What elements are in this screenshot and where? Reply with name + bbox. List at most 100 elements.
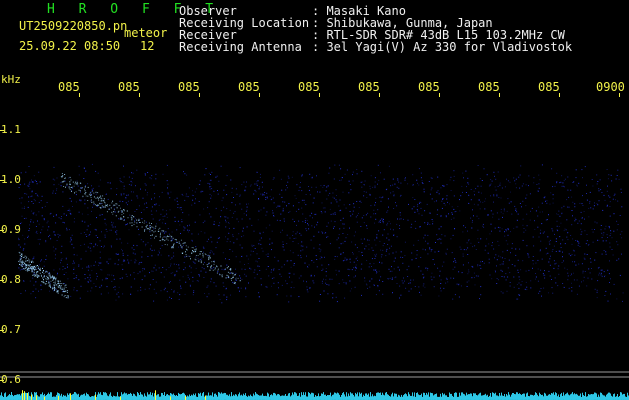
- noise-dot: [485, 245, 487, 247]
- noise-dot: [352, 174, 353, 176]
- trace-dot: [56, 291, 58, 293]
- trace-dot: [184, 242, 186, 244]
- noise-dot: [387, 278, 389, 280]
- noise-dot: [99, 286, 101, 288]
- level-column: [428, 392, 429, 400]
- noise-dot: [93, 204, 95, 206]
- noise-dot: [528, 269, 530, 271]
- noise-dot: [354, 269, 356, 271]
- trace-dot: [198, 260, 200, 262]
- noise-dot: [179, 294, 181, 296]
- level-column: [529, 396, 530, 400]
- noise-dot: [594, 221, 596, 223]
- noise-dot: [203, 251, 204, 253]
- noise-dot: [131, 177, 133, 179]
- noise-dot: [610, 293, 611, 295]
- level-column: [215, 393, 216, 400]
- noise-dot: [333, 226, 335, 228]
- noise-dot: [374, 181, 376, 183]
- noise-dot: [209, 193, 211, 195]
- noise-dot: [616, 175, 618, 176]
- noise-dot: [525, 197, 527, 199]
- noise-dot: [56, 177, 58, 179]
- noise-dot: [162, 216, 164, 217]
- noise-dot: [298, 220, 300, 222]
- x-tick-label: 0900: [596, 80, 625, 94]
- noise-dot: [354, 286, 356, 288]
- noise-dot: [71, 243, 73, 245]
- trace-dot: [21, 263, 23, 265]
- noise-dot: [549, 243, 551, 245]
- noise-dot: [145, 221, 147, 223]
- noise-dot: [132, 252, 134, 254]
- noise-dot: [235, 277, 237, 279]
- noise-dot: [250, 254, 252, 256]
- trace-dot: [38, 267, 40, 269]
- noise-dot: [459, 246, 461, 248]
- level-column: [469, 394, 470, 400]
- noise-dot: [621, 231, 623, 233]
- noise-dot: [215, 285, 217, 287]
- noise-dot: [380, 276, 382, 278]
- noise-dot: [517, 259, 519, 261]
- noise-dot: [192, 276, 194, 278]
- noise-dot: [582, 270, 584, 272]
- noise-dot: [128, 184, 130, 185]
- trace-dot: [93, 196, 95, 198]
- noise-dot: [73, 260, 74, 262]
- noise-dot: [171, 257, 173, 259]
- noise-dot: [335, 296, 337, 298]
- noise-dot: [377, 164, 379, 166]
- noise-dot: [86, 236, 88, 237]
- level-column: [461, 392, 462, 400]
- noise-dot: [203, 208, 205, 210]
- noise-dot: [129, 214, 131, 216]
- noise-dot: [369, 263, 371, 265]
- noise-dot: [234, 211, 236, 213]
- level-column: [587, 396, 588, 400]
- noise-dot: [352, 213, 354, 215]
- trace-dot: [28, 261, 30, 263]
- noise-dot: [199, 214, 201, 216]
- noise-dot: [142, 270, 144, 272]
- noise-dot: [300, 275, 302, 277]
- noise-dot: [163, 276, 165, 278]
- level-column: [147, 392, 148, 400]
- noise-dot: [155, 281, 157, 283]
- noise-dot: [52, 246, 54, 248]
- trace-dot: [64, 290, 65, 292]
- trace-dot: [57, 292, 59, 294]
- trace-dot: [25, 269, 27, 271]
- noise-dot: [153, 228, 155, 230]
- noise-dot: [256, 261, 258, 263]
- noise-dot: [293, 221, 295, 223]
- noise-dot: [493, 248, 495, 250]
- noise-dot: [223, 285, 225, 287]
- noise-dot: [62, 205, 64, 207]
- trace-dot: [52, 275, 53, 277]
- trace-dot: [154, 227, 156, 229]
- level-column: [87, 394, 88, 400]
- level-column: [596, 393, 597, 400]
- noise-dot: [126, 194, 128, 196]
- noise-dot: [280, 178, 282, 180]
- noise-dot: [247, 258, 249, 260]
- noise-dot: [499, 264, 501, 266]
- level-column: [175, 395, 176, 400]
- trace-dot: [151, 230, 153, 232]
- noise-dot: [54, 234, 56, 236]
- noise-dot: [350, 215, 352, 217]
- trace-dot: [169, 235, 171, 237]
- noise-dot: [166, 216, 168, 218]
- trace-dot: [99, 203, 101, 205]
- noise-dot: [351, 288, 352, 290]
- noise-dot: [39, 243, 40, 245]
- noise-dot: [400, 251, 402, 253]
- noise-dot: [202, 246, 204, 248]
- noise-dot: [566, 199, 568, 201]
- trace-dot: [195, 248, 197, 250]
- noise-dot: [520, 284, 522, 286]
- noise-dot: [21, 268, 23, 270]
- level-column: [84, 393, 85, 400]
- noise-dot: [312, 202, 314, 204]
